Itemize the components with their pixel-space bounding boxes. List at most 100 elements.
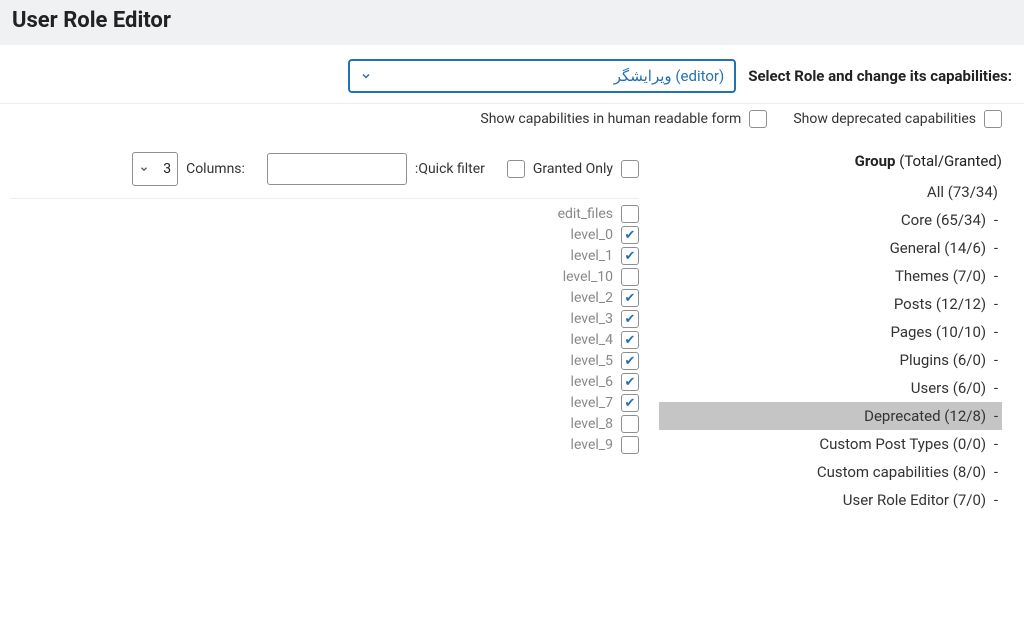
group-item-label: Deprecated (12/8) [864, 407, 986, 425]
capability-row: edit_files [558, 205, 639, 223]
capability-label: level_6 [571, 374, 613, 390]
deprecated-checkbox[interactable] [984, 110, 1002, 128]
group-item[interactable]: General (14/6) - [659, 234, 1002, 262]
columns-select[interactable]: 3 [132, 152, 178, 186]
group-item-dash: - [986, 463, 998, 481]
capability-checkbox[interactable] [621, 331, 639, 349]
group-item[interactable]: Themes (7/0) - [659, 262, 1002, 290]
granted-only-option[interactable]: Granted Only [507, 160, 639, 178]
capability-label: level_1 [571, 248, 613, 264]
capability-row: level_6 [571, 373, 639, 391]
group-item-label: General (14/6) [890, 239, 987, 257]
groups-column: Group (Total/Granted) All (73/34) Core (6… [649, 142, 1024, 534]
capability-row: level_4 [571, 331, 639, 349]
group-item-label: Plugins (6/0) [900, 351, 987, 369]
capability-checkbox[interactable] [621, 289, 639, 307]
capabilities-list: edit_files level_0 level_1 level_10 level_2l… [10, 205, 639, 454]
group-item-dash: - [986, 435, 998, 453]
capabilities-column: Granted Only Quick filter: :Columns 3 ed… [0, 142, 649, 534]
role-select-value: ویرایشگر (editor) [614, 67, 725, 85]
capability-label: level_7 [571, 395, 613, 411]
group-header: Group (Total/Granted) [659, 152, 1002, 170]
capability-label: level_3 [571, 311, 613, 327]
capability-label: level_8 [571, 416, 613, 432]
group-item-dash: - [986, 379, 998, 397]
capability-label: edit_files [558, 206, 613, 222]
group-item[interactable]: Deprecated (12/8) - [659, 402, 1002, 430]
top-options-row: Show deprecated capabilities Show capabi… [0, 104, 1024, 142]
quick-filter: Quick filter: [267, 153, 485, 185]
deprecated-option[interactable]: Show deprecated capabilities [793, 110, 1002, 128]
page-header: User Role Editor [0, 0, 1024, 45]
capability-row: level_3 [571, 310, 639, 328]
group-item[interactable]: Custom Post Types (0/0) - [659, 430, 1002, 458]
deprecated-label: Show deprecated capabilities [793, 111, 976, 127]
human-readable-option[interactable]: Show capabilities in human readable form [480, 110, 767, 128]
capability-checkbox[interactable] [621, 394, 639, 412]
select-role-label: :Select Role and change its capabilities [748, 67, 1012, 85]
columns-option: :Columns 3 [132, 152, 245, 186]
group-item-dash: - [986, 267, 998, 285]
granted-only-checkbox-extra[interactable] [621, 160, 639, 178]
group-item-label: Core (65/34) [901, 211, 986, 229]
quick-filter-label: Quick filter: [415, 161, 485, 177]
capability-row: level_9 [571, 436, 639, 454]
group-item-dash: - [986, 491, 998, 509]
capability-checkbox[interactable] [621, 310, 639, 328]
capability-label: level_4 [571, 332, 613, 348]
capability-checkbox[interactable] [621, 373, 639, 391]
group-item-label: Themes (7/0) [895, 267, 986, 285]
group-item-label: Users (6/0) [911, 379, 986, 397]
capability-label: level_5 [571, 353, 613, 369]
granted-only-label: Granted Only [533, 161, 613, 177]
role-select-row: :Select Role and change its capabilities… [0, 45, 1024, 104]
group-item[interactable]: All (73/34) [659, 178, 1002, 206]
group-item-label: Custom Post Types (0/0) [819, 435, 986, 453]
capability-row: level_10 [563, 268, 639, 286]
capability-checkbox[interactable] [621, 226, 639, 244]
chevron-down-icon [360, 70, 372, 82]
group-item-dash: - [986, 239, 998, 257]
group-item[interactable]: Plugins (6/0) - [659, 346, 1002, 374]
capability-checkbox[interactable] [621, 436, 639, 454]
group-item-label: Custom capabilities (8/0) [817, 463, 986, 481]
filter-row: Granted Only Quick filter: :Columns 3 [10, 152, 639, 199]
main-area: Group (Total/Granted) All (73/34) Core (6… [0, 142, 1024, 534]
capability-label: level_9 [571, 437, 613, 453]
capability-row: level_1 [571, 247, 639, 265]
group-item[interactable]: Posts (12/12) - [659, 290, 1002, 318]
capability-checkbox[interactable] [621, 247, 639, 265]
capability-checkbox[interactable] [621, 205, 639, 223]
group-item[interactable]: Core (65/34) - [659, 206, 1002, 234]
group-item[interactable]: Pages (10/10) - [659, 318, 1002, 346]
group-list: All (73/34)Core (65/34) -General (14/6) … [659, 178, 1002, 514]
capability-row: level_7 [571, 394, 639, 412]
group-item-dash: - [986, 407, 998, 425]
group-item-dash: - [986, 295, 998, 313]
group-item[interactable]: Users (6/0) - [659, 374, 1002, 402]
human-readable-checkbox[interactable] [749, 110, 767, 128]
capability-label: level_10 [563, 269, 613, 285]
columns-label: :Columns [186, 161, 245, 177]
group-item-dash: - [986, 323, 998, 341]
capability-checkbox[interactable] [621, 268, 639, 286]
capability-label: level_0 [571, 227, 613, 243]
capability-checkbox[interactable] [621, 352, 639, 370]
capability-row: level_0 [571, 226, 639, 244]
group-item-label: All (73/34) [927, 183, 998, 201]
page-title: User Role Editor [12, 8, 1012, 33]
group-item-dash: - [986, 351, 998, 369]
group-item-label: User Role Editor (7/0) [843, 491, 986, 509]
capability-row: level_2 [571, 289, 639, 307]
group-item[interactable]: Custom capabilities (8/0) - [659, 458, 1002, 486]
role-select[interactable]: ویرایشگر (editor) [348, 59, 736, 93]
quick-filter-input[interactable] [267, 153, 407, 185]
group-item-dash: - [986, 211, 998, 229]
group-item-label: Pages (10/10) [890, 323, 986, 341]
group-item-label: Posts (12/12) [894, 295, 986, 313]
capability-row: level_5 [571, 352, 639, 370]
capability-label: level_2 [571, 290, 613, 306]
capability-checkbox[interactable] [621, 415, 639, 433]
group-item[interactable]: User Role Editor (7/0) - [659, 486, 1002, 514]
granted-only-checkbox[interactable] [507, 160, 525, 178]
